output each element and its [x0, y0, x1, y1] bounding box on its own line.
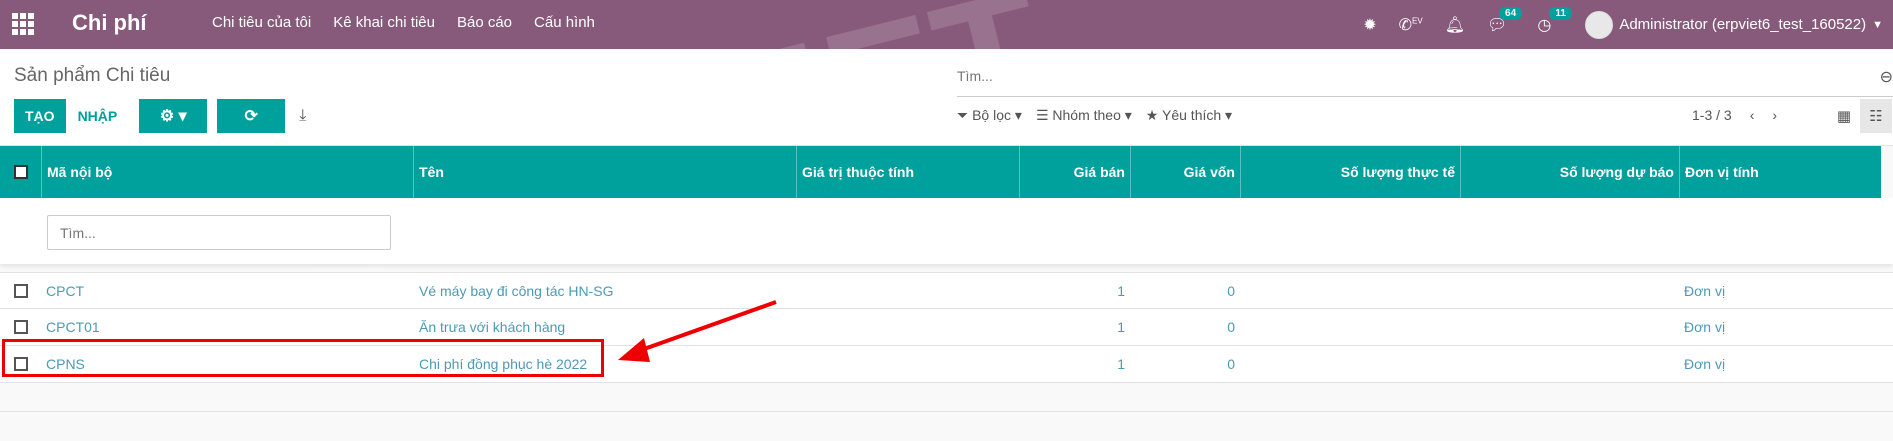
phone-icon[interactable]: ✆EV — [1399, 15, 1423, 35]
row-name[interactable]: Chi phí đồng phục hè 2022 — [419, 346, 587, 382]
notification-bell-icon[interactable]: 🔔︎ — [1445, 15, 1465, 35]
row-checkbox-cell[interactable] — [14, 309, 28, 345]
header-sale-price[interactable]: Giá bán — [1020, 146, 1131, 198]
create-button[interactable]: TẠO — [14, 99, 66, 133]
apps-menu-icon[interactable] — [12, 13, 34, 35]
row-uom[interactable]: Đơn vị — [1684, 346, 1725, 382]
menu-expense-reports[interactable]: Kê khai chi tiêu — [333, 14, 435, 31]
row-price: 1 — [1117, 356, 1125, 372]
header-forecast-qty[interactable]: Số lượng dự báo — [1461, 146, 1680, 198]
select-all-checkbox[interactable] — [13, 165, 28, 179]
list-view-icon[interactable]: ☷ — [1860, 99, 1892, 133]
row-checkbox-cell[interactable] — [14, 346, 28, 382]
row-cost: 0 — [1227, 356, 1235, 372]
row-checkbox[interactable] — [14, 320, 28, 334]
messages-badge: 64 — [1499, 6, 1523, 20]
page-title: Sản phẩm Chi tiêu — [14, 65, 171, 86]
chevron-right-icon[interactable]: › — [1772, 107, 1777, 123]
pager: 1-3 / 3 ‹ › — [1692, 107, 1777, 123]
row-uom[interactable]: Đơn vị — [1684, 273, 1725, 309]
search-toggle-icon[interactable]: ⊖ — [1880, 67, 1893, 87]
avatar — [1585, 10, 1614, 39]
row-code[interactable]: CPNS — [46, 346, 85, 382]
chevron-down-icon: ▼ — [1872, 18, 1883, 31]
action-buttons: TẠO NHẬP ⚙ ▾ ⟳ ⤓ — [14, 99, 306, 133]
row-cost: 0 — [1227, 283, 1235, 299]
filter-dropdown[interactable]: ⏷ Bộ lọc ▾ — [957, 107, 1022, 124]
favorites-dropdown[interactable]: ★ Yêu thích ▾ — [1146, 107, 1232, 124]
search-options: ⏷ Bộ lọc ▾ ☰ Nhóm theo ▾ ★ Yêu thích ▾ — [957, 107, 1232, 124]
menu-my-expenses[interactable]: Chi tiêu của tôi — [212, 14, 311, 31]
star-icon: ★ — [1145, 107, 1159, 123]
activities-badge: 11 — [1549, 6, 1572, 20]
row-uom[interactable]: Đơn vị — [1684, 309, 1725, 345]
control-panel: Sản phẩm Chi tiêu ⊖ TẠO NHẬP ⚙ ▾ ⟳ ⤓ ⏷ B… — [0, 49, 1893, 146]
bars-icon: ☰ — [1035, 107, 1049, 123]
table-row[interactable]: CPCT Vé máy bay đi công tác HN-SG 1 0 Đơ… — [0, 272, 1893, 309]
messages-icon[interactable]: 💬︎ 64 — [1487, 6, 1523, 35]
select-all-checkbox-cell[interactable] — [0, 146, 42, 198]
groupby-label: Nhóm theo — [1052, 107, 1121, 123]
menu-configuration[interactable]: Cấu hình — [534, 14, 595, 31]
refresh-icon: ⟳ — [244, 108, 258, 125]
favorites-label: Yêu thích — [1162, 107, 1222, 123]
list-footer — [0, 411, 1893, 412]
table-header: Mã nội bộ Tên Giá trị thuộc tính Giá bán… — [0, 146, 1881, 198]
header-uom[interactable]: Đơn vị tính — [1680, 146, 1881, 198]
row-code[interactable]: CPCT — [46, 273, 84, 309]
gear-icon: ⚙ ▾ — [159, 108, 187, 125]
row-checkbox[interactable] — [14, 284, 28, 298]
row-checkbox[interactable] — [14, 357, 28, 371]
groupby-dropdown[interactable]: ☰ Nhóm theo ▾ — [1036, 107, 1132, 124]
import-button[interactable]: NHẬP — [66, 99, 130, 133]
table-row[interactable]: CPCT01 Ăn trưa với khách hàng 1 0 Đơn vị — [0, 309, 1893, 346]
download-icon[interactable]: ⤓ — [299, 107, 306, 125]
kanban-view-icon[interactable]: ▦ — [1828, 99, 1860, 133]
search-bar: ⊖ — [957, 61, 1893, 97]
filter-label: Bộ lọc — [972, 107, 1012, 123]
table-row[interactable]: CPNS Chi phí đồng phục hè 2022 1 0 Đơn v… — [0, 346, 1893, 383]
chevron-left-icon[interactable]: ‹ — [1750, 107, 1755, 123]
refresh-button[interactable]: ⟳ — [217, 99, 286, 133]
header-attribute-values[interactable]: Giá trị thuộc tính — [797, 146, 1020, 198]
row-checkbox-cell[interactable] — [14, 273, 28, 309]
systray: ✹ ✆EV 🔔︎ 💬︎ 64 ◷ 11 Administrator (erpviet… — [1341, 0, 1893, 49]
column-filter-row — [0, 198, 1893, 264]
column-filter-input[interactable] — [47, 215, 391, 250]
row-name[interactable]: Vé máy bay đi công tác HN-SG — [419, 273, 614, 309]
funnel-icon: ⏷ — [957, 107, 969, 123]
row-price: 1 — [1117, 319, 1125, 335]
row-price: 1 — [1117, 283, 1125, 299]
pager-value[interactable]: 1-3 / 3 — [1692, 107, 1732, 123]
main-menu: Chi tiêu của tôi Kê khai chi tiêu Báo cá… — [212, 14, 595, 31]
header-internal-ref[interactable]: Mã nội bộ — [42, 146, 414, 198]
menu-reporting[interactable]: Báo cáo — [457, 14, 512, 31]
header-qty-on-hand[interactable]: Số lượng thực tế — [1241, 146, 1461, 198]
activities-clock-icon[interactable]: ◷ 11 — [1537, 6, 1572, 35]
product-list: Mã nội bộ Tên Giá trị thuộc tính Giá bán… — [0, 146, 1893, 383]
app-title: Chi phí — [72, 10, 147, 35]
search-input[interactable] — [957, 61, 1857, 91]
user-name: Administrator (erpviet6_test_160522) — [1619, 16, 1867, 33]
top-navbar: ERP VIET Chi phí Chi tiêu của tôi Kê kha… — [0, 0, 1893, 324]
row-name[interactable]: Ăn trưa với khách hàng — [419, 309, 565, 345]
header-name[interactable]: Tên — [414, 146, 797, 198]
gear-menu-button[interactable]: ⚙ ▾ — [139, 99, 208, 133]
user-menu[interactable]: Administrator (erpviet6_test_160522) ▼ — [1585, 10, 1883, 39]
header-cost[interactable]: Giá vốn — [1131, 146, 1241, 198]
view-switcher: ▦ ☷ — [1828, 99, 1892, 133]
row-code[interactable]: CPCT01 — [46, 309, 100, 345]
row-cost: 0 — [1227, 319, 1235, 335]
debug-bug-icon[interactable]: ✹ — [1363, 15, 1376, 35]
